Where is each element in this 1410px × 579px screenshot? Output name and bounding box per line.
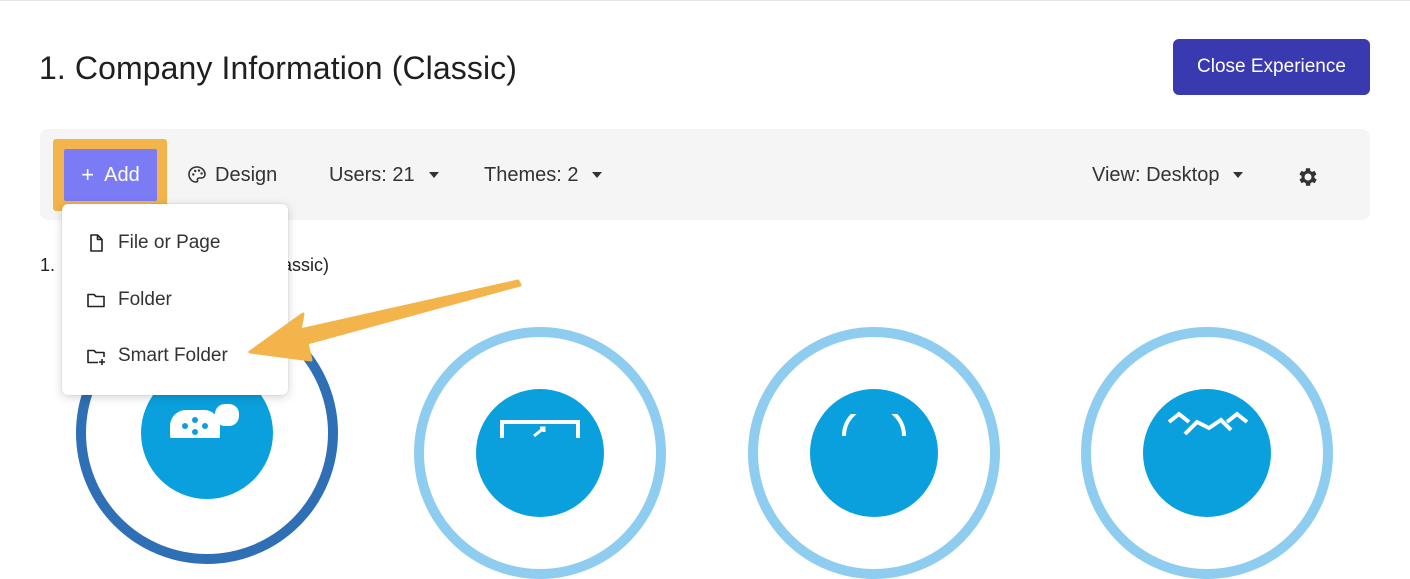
annotation-arrow [248,279,522,362]
